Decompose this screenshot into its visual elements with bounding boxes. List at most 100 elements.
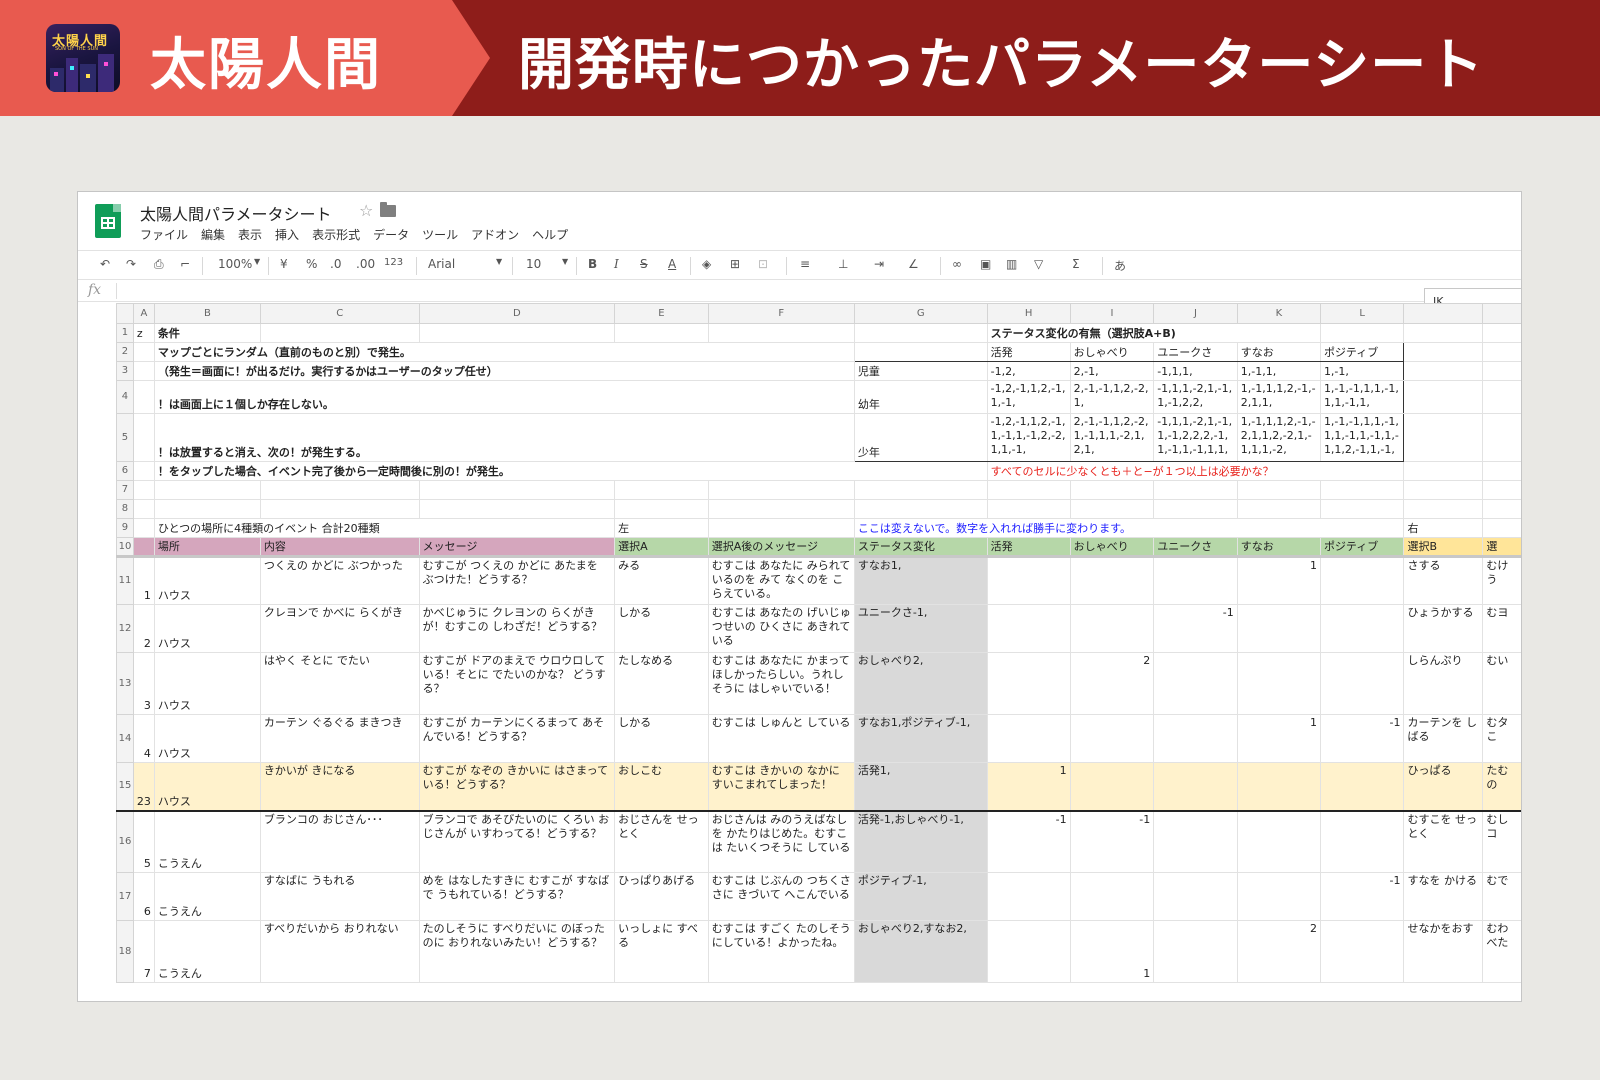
row-header[interactable]: 11 [116, 556, 134, 605]
cell[interactable] [1236, 604, 1321, 653]
menu-format[interactable]: 表示形式 [312, 226, 360, 243]
percent-button[interactable]: % [306, 257, 317, 271]
increase-decimal-button[interactable]: .00 [356, 257, 375, 271]
column-header[interactable]: D [418, 303, 616, 324]
column-header[interactable] [1403, 303, 1484, 324]
cell[interactable]: 少年 [853, 413, 988, 462]
column-header[interactable]: C [259, 303, 420, 324]
cell[interactable]: クレヨンで かべに らくがき [259, 604, 420, 653]
cell[interactable]: 5 [132, 810, 155, 873]
cell[interactable]: ！をタップした場合、イベント完了後から一定時間後に別の！が発生。 [153, 461, 988, 481]
cell[interactable] [986, 872, 1071, 921]
cell[interactable]: 活発-1,おしゃべり-1, [853, 810, 988, 873]
cell[interactable]: さする [1403, 556, 1484, 605]
cell[interactable]: むけう [1482, 556, 1521, 605]
cell[interactable]: ハウス [153, 714, 261, 763]
cell[interactable] [132, 413, 155, 462]
cell[interactable]: 児童 [853, 361, 988, 381]
cell[interactable]: こうえん [153, 810, 261, 873]
cell[interactable]: かべじゅうに クレヨンの らくがきが！むすこの しわざだ！どうする？ [418, 604, 616, 653]
cell[interactable]: 2,-1,-1,1,2,-2,1,-1,1,1,-2,1,2,1, [1069, 413, 1155, 462]
cell[interactable] [853, 323, 988, 343]
cell[interactable]: たのしそうに すべりだいに のぼったのに おりれないみたい！どうする？ [418, 920, 616, 983]
cell[interactable] [1153, 810, 1238, 873]
cell[interactable] [614, 323, 709, 343]
cell[interactable]: おしこむ [614, 762, 709, 812]
cell[interactable]: すなを かける [1403, 872, 1484, 921]
cell[interactable] [1403, 361, 1484, 381]
cell[interactable] [1482, 518, 1521, 538]
decrease-decimal-button[interactable]: .0 [330, 257, 341, 271]
cell[interactable] [1403, 342, 1484, 362]
cell[interactable] [986, 714, 1071, 763]
cell[interactable]: 4 [132, 714, 155, 763]
cell[interactable] [1319, 323, 1405, 343]
column-header[interactable]: G [853, 303, 988, 324]
cell[interactable]: こうえん [153, 920, 261, 983]
borders-icon[interactable]: ⊞ [730, 257, 740, 271]
cell[interactable] [707, 518, 855, 538]
undo-icon[interactable]: ↶ [100, 257, 110, 271]
cell[interactable] [1482, 361, 1521, 381]
cell[interactable] [1153, 872, 1238, 921]
more-formats-button[interactable]: 123 [384, 257, 403, 268]
cell[interactable]: ！は放置すると消え、次の！が発生する。 [153, 413, 855, 462]
cell[interactable]: 2,-1, [1069, 361, 1155, 381]
currency-button[interactable]: ¥ [280, 257, 288, 271]
row-header[interactable]: 2 [116, 342, 134, 362]
column-header[interactable]: L [1319, 303, 1405, 324]
cell[interactable]: 活発 [986, 342, 1071, 362]
cell[interactable]: -1,1,1,-2,1,-1,1,-1,2,2, [1153, 380, 1238, 414]
cell[interactable]: ポジティブ [1319, 342, 1405, 362]
cell[interactable]: むすこは すごく たのしそうにしている！よかったね。 [707, 920, 855, 983]
font-size-select[interactable]: 10 [526, 257, 541, 271]
cell[interactable]: （発生＝画面に！が出るだけ。実行するかはユーザーのタップ任せ） [153, 361, 855, 381]
cell[interactable] [259, 499, 420, 519]
column-header[interactable]: H [986, 303, 1071, 324]
cell[interactable]: おしゃべり2,すなお2, [853, 920, 988, 983]
cell[interactable]: 幼年 [853, 380, 988, 414]
cell[interactable] [1069, 762, 1155, 812]
italic-button[interactable]: I [614, 257, 619, 271]
cell[interactable]: ハウス [153, 556, 261, 605]
cell[interactable]: むすこは しゅんと している [707, 714, 855, 763]
row-header[interactable]: 12 [116, 604, 134, 653]
strikethrough-button[interactable]: S [640, 257, 648, 271]
cell[interactable] [132, 342, 155, 362]
cell[interactable]: ひっぱりあげる [614, 872, 709, 921]
column-header[interactable]: I [1069, 303, 1155, 324]
cell[interactable]: 2 [1069, 652, 1155, 715]
comment-icon[interactable]: ▣ [980, 257, 991, 271]
cell[interactable] [1319, 652, 1405, 715]
cell[interactable] [1403, 380, 1484, 414]
cell[interactable]: めを はなしたすきに むすこが すなばで うもれている！どうする？ [418, 872, 616, 921]
cell[interactable]: むすこが なぞの きかいに はさまっている！どうする？ [418, 762, 616, 812]
row-header[interactable]: 7 [116, 480, 134, 500]
cell[interactable] [1319, 920, 1405, 983]
row-header[interactable]: 16 [116, 810, 134, 873]
cell[interactable]: むすこを せっとく [1403, 810, 1484, 873]
cell[interactable]: 3 [132, 652, 155, 715]
cell[interactable]: 2 [132, 604, 155, 653]
cell[interactable]: ひっぱる [1403, 762, 1484, 812]
cell[interactable]: たむの [1482, 762, 1521, 812]
menu-insert[interactable]: 挿入 [275, 226, 299, 243]
column-header[interactable]: E [614, 303, 709, 324]
cell[interactable] [132, 480, 155, 500]
cell[interactable] [153, 480, 261, 500]
fill-color-icon[interactable]: ◈ [702, 257, 711, 271]
cell[interactable]: カーテン ぐるぐる まきつき [259, 714, 420, 763]
menu-data[interactable]: データ [373, 226, 409, 243]
cell[interactable]: むすこは きかいの なかに すいこまれてしまった！ [707, 762, 855, 812]
menu-edit[interactable]: 編集 [201, 226, 225, 243]
row-header[interactable]: 1 [116, 323, 134, 343]
cell[interactable] [1236, 810, 1321, 873]
cell[interactable]: 23 [132, 762, 155, 812]
row-header[interactable]: 6 [116, 461, 134, 481]
column-header[interactable]: F [707, 303, 855, 324]
cell[interactable] [1482, 380, 1521, 414]
row-header[interactable]: 5 [116, 413, 134, 462]
merge-cells-icon[interactable]: ⊡ [758, 257, 768, 271]
cell[interactable] [1069, 480, 1155, 500]
row-header[interactable]: 15 [116, 762, 134, 812]
